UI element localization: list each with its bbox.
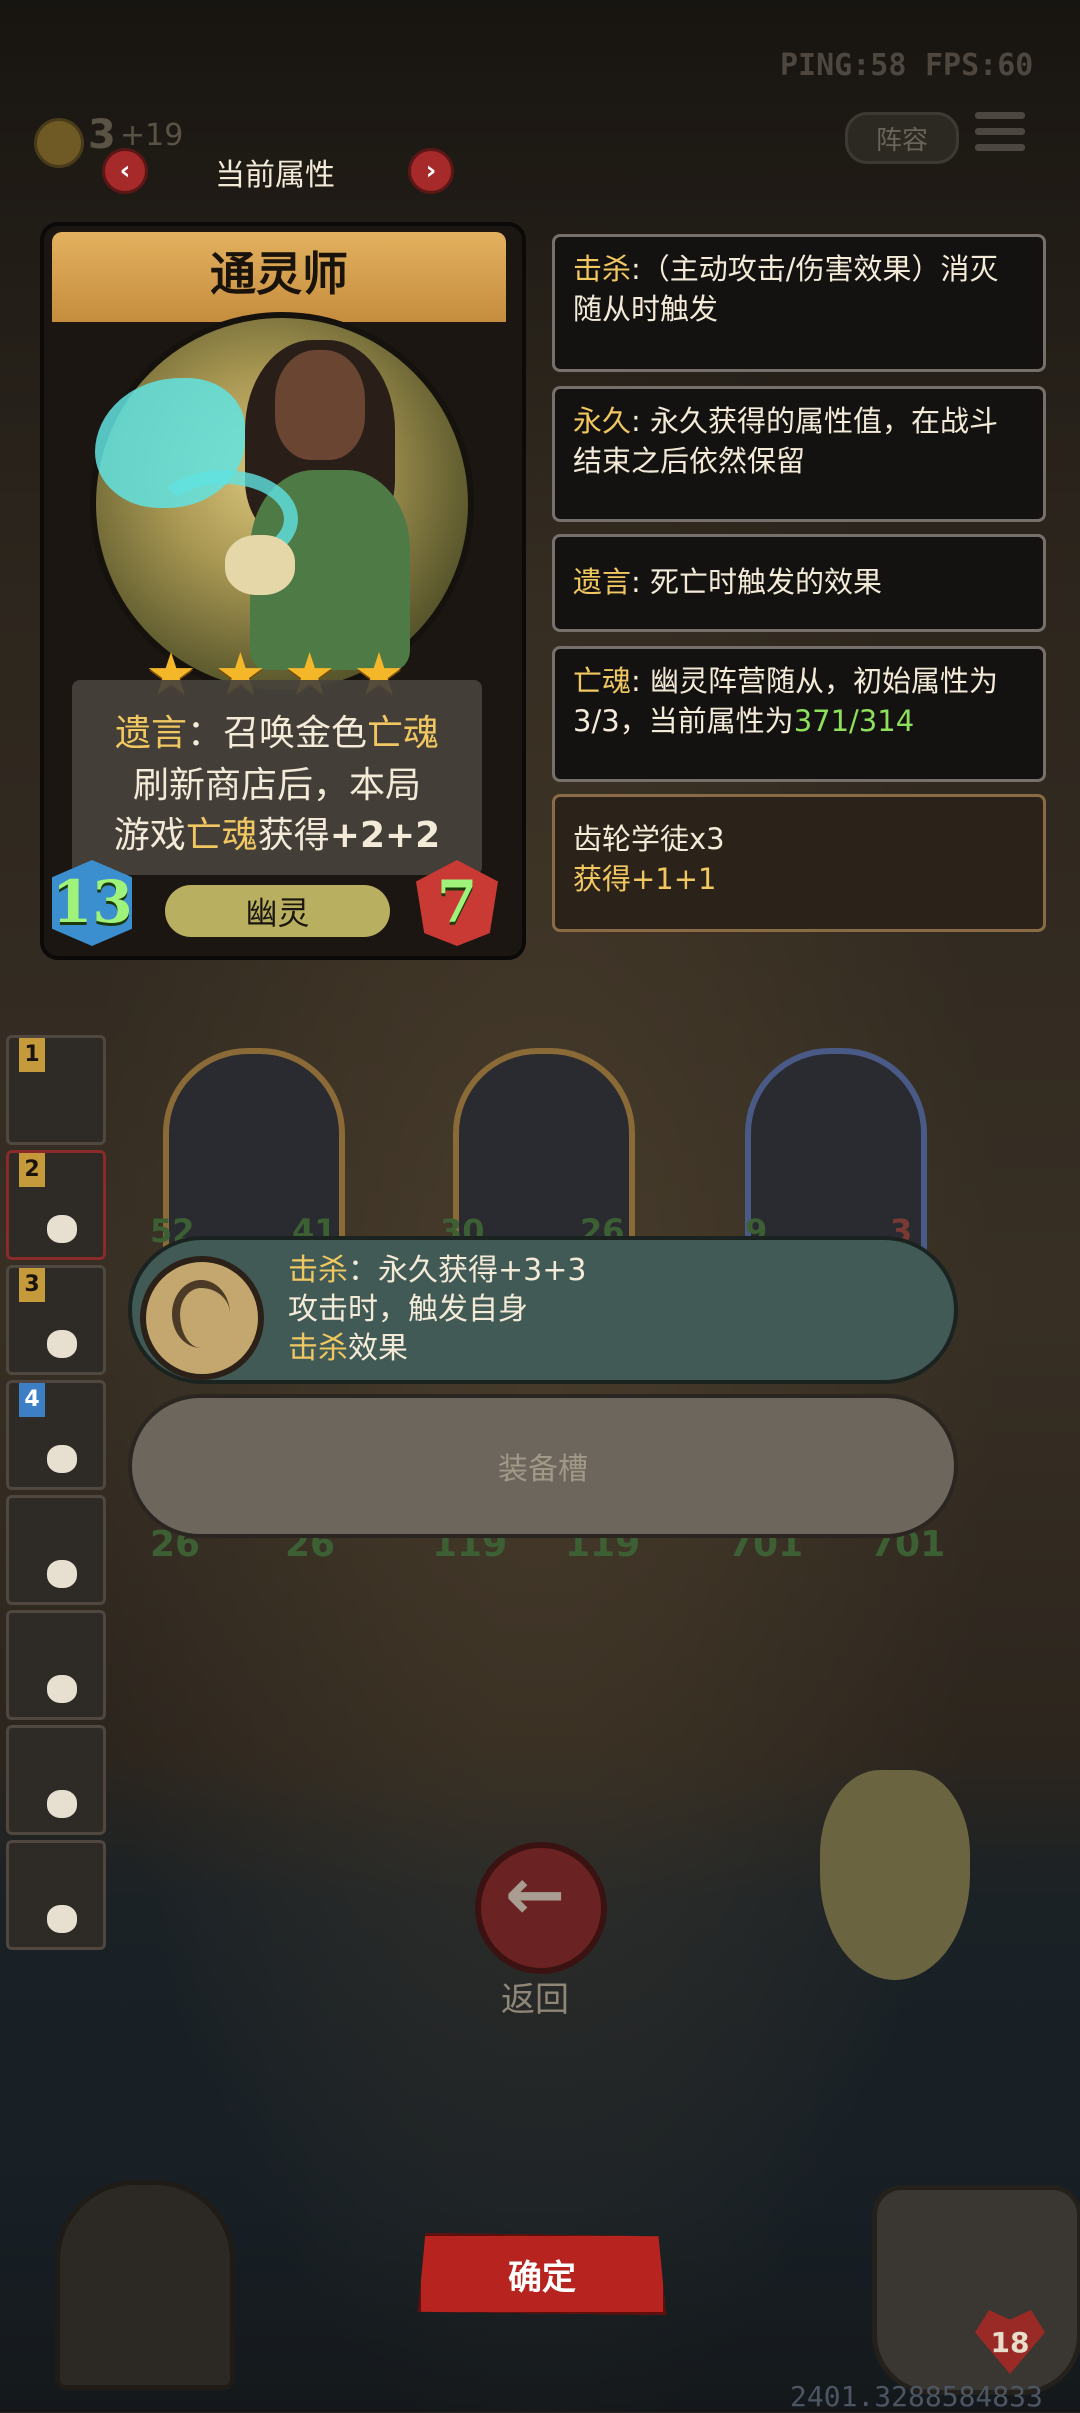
buff-value: +2+2 (329, 815, 441, 856)
buff-source-name: 齿轮学徒x3 (573, 822, 725, 856)
sidebar-minion-4[interactable]: 4 (6, 1380, 106, 1490)
desc-text: 获得 (257, 815, 330, 856)
buff-amount: 获得+1+1 (573, 862, 717, 896)
gold-coin-icon (34, 118, 84, 168)
skull-icon (47, 1790, 77, 1818)
card-desc-line-3: 游戏亡魂获得+2+2 (72, 806, 482, 858)
equipment-slot[interactable]: 装备槽 (128, 1394, 958, 1538)
keyword-soul-tooltip: 亡魂: 幽灵阵营随从，初始属性为3/3，当前属性为371/314 (552, 646, 1046, 782)
keyword-name: 亡魂 (573, 664, 632, 698)
fps-readout: FPS:60 (925, 48, 1034, 83)
equipment-line-2: 攻击时，触发自身 (288, 1292, 528, 1327)
equipment-text: ：永久获得+3+3 (348, 1253, 587, 1288)
skull-icon (47, 1330, 77, 1358)
sidebar-minion-8[interactable] (6, 1840, 106, 1950)
soul-keyword: 亡魂 (367, 713, 440, 754)
sidebar-minion-7[interactable] (6, 1725, 106, 1835)
tribe-label: 幽灵 (245, 894, 310, 932)
attack-value: 13 (52, 868, 133, 936)
equipment-line-3: 击杀效果 (288, 1330, 408, 1368)
keyword-deathrattle-tooltip: 遗言: 死亡时触发的效果 (552, 534, 1046, 632)
health-value: 7 (436, 868, 478, 936)
sidebar-minion-5[interactable] (6, 1495, 106, 1605)
ping-readout: PING:58 (780, 48, 907, 83)
page-title: 当前属性 (215, 158, 335, 193)
sidebar-minion-3[interactable]: 3 (6, 1265, 106, 1375)
keyword-name: 遗言 (573, 565, 632, 599)
keyword-permanent-tooltip: 永久: 永久获得的属性值，在战斗结束之后依然保留 (552, 386, 1046, 522)
soul-keyword: 亡魂 (185, 815, 258, 856)
keyword-text: :（主动攻击/伤害效果）消灭随从时触发 (573, 252, 999, 326)
back-label: 返回 (501, 1980, 569, 2020)
keyword-name: 永久 (573, 404, 632, 438)
keyword-text: : 幽灵阵营随从，初始属性为3/3，当前属性为 (573, 664, 999, 738)
desc-text: 游戏 (113, 815, 186, 856)
player-health-value: 18 (990, 2325, 1030, 2359)
keyword-kill-tooltip: 击杀:（主动攻击/伤害效果）消灭随从时触发 (552, 234, 1046, 372)
skull-icon (47, 1560, 77, 1588)
kill-keyword: 击杀 (288, 1331, 348, 1366)
menu-icon[interactable] (975, 112, 1025, 158)
keyword-name: 击杀 (573, 252, 632, 286)
lineup-button[interactable]: 阵容 (845, 112, 959, 164)
card-desc-line-1: 遗言：召唤金色亡魂 (72, 704, 482, 756)
snake-mascot (820, 1770, 970, 1980)
sidebar-number: 3 (19, 1268, 45, 1302)
skull-icon (47, 1675, 77, 1703)
next-arrow-button[interactable]: › (408, 148, 454, 194)
skull-icon (47, 1215, 77, 1243)
skull-prop (225, 535, 295, 595)
skull-icon (47, 1905, 77, 1933)
version-id: 2401.3288584833 (790, 2380, 1043, 2413)
kill-keyword: 击杀 (288, 1253, 348, 1288)
equipment-text: 效果 (348, 1331, 408, 1366)
necromancer-head (275, 350, 365, 460)
desc-text: ：召唤金色 (186, 713, 367, 754)
card-desc-line-2: 刷新商店后，本局 (132, 765, 421, 806)
equipment-line-1: 击杀：永久获得+3+3 (288, 1252, 586, 1290)
skull-icon (47, 1445, 77, 1473)
deathrattle-keyword: 遗言 (114, 713, 187, 754)
scythe-blade-icon (172, 1280, 230, 1348)
chevron-left-icon: ‹ (119, 156, 131, 186)
soul-current-stats: 371/314 (793, 704, 915, 738)
lineup-label: 阵容 (875, 125, 928, 156)
confirm-label: 确定 (508, 2257, 576, 2298)
sidebar-number: 4 (19, 1383, 45, 1417)
chevron-right-icon: › (425, 156, 437, 186)
player-portrait (872, 2185, 1080, 2395)
equipment-slot-label: 装备槽 (498, 1452, 588, 1487)
buff-source-box: 齿轮学徒x3 获得+1+1 (552, 794, 1046, 932)
previous-arrow-button[interactable]: ‹ (102, 148, 148, 194)
confirm-button[interactable]: 确定 (418, 2233, 666, 2315)
keyword-text: : 永久获得的属性值，在战斗结束之后依然保留 (573, 404, 999, 478)
card-name: 通灵师 (210, 247, 348, 301)
sidebar-minion-2[interactable]: 2 (6, 1150, 106, 1260)
tribe-tag: 幽灵 (165, 885, 390, 937)
sidebar-number: 2 (19, 1153, 45, 1187)
sidebar-minion-6[interactable] (6, 1610, 106, 1720)
sidebar-minion-1[interactable]: 1 (6, 1035, 106, 1145)
sidebar-number: 1 (19, 1038, 45, 1072)
keyword-text: : 死亡时触发的效果 (631, 565, 883, 599)
arrow-left-icon: ← (504, 1852, 566, 1936)
opponent-portrait (55, 2180, 235, 2390)
